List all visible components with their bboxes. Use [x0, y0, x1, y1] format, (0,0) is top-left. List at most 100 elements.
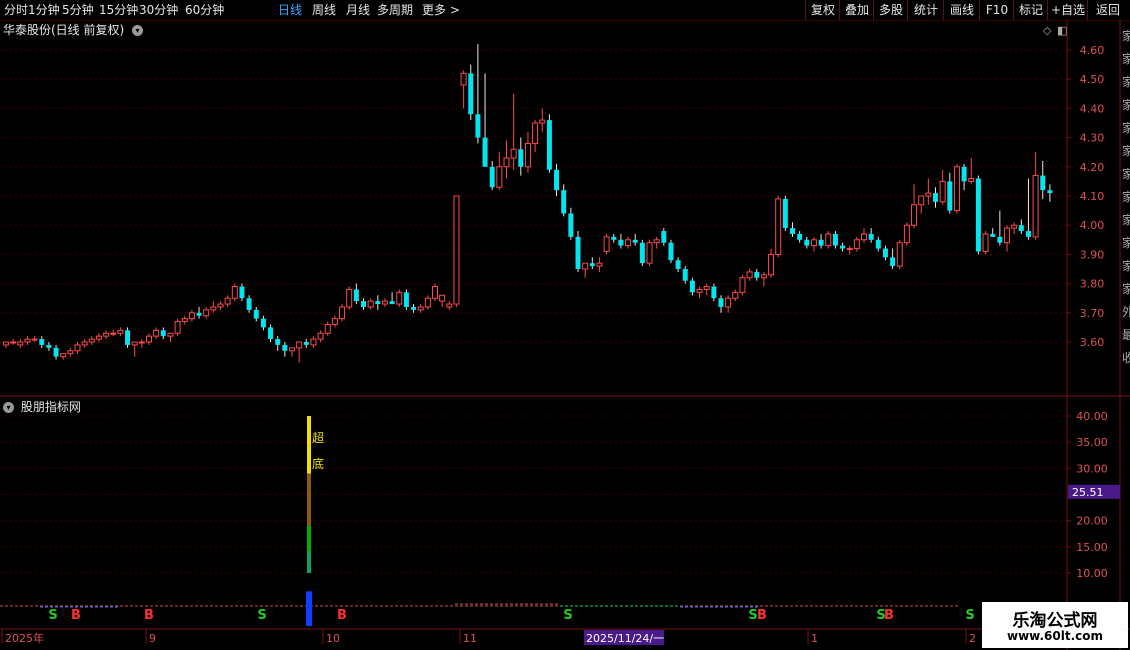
candle — [389, 292, 395, 305]
candle — [268, 324, 274, 342]
statistics-button[interactable]: 统计 — [907, 0, 944, 20]
tab-weekly[interactable]: 周线 — [312, 0, 336, 20]
multi-stock-button[interactable]: 多股 — [873, 0, 908, 20]
candle — [95, 333, 102, 342]
candle — [496, 152, 503, 191]
current-value-label: 25.51 — [1072, 486, 1104, 499]
candle — [153, 327, 160, 340]
candle — [446, 301, 453, 310]
candle — [982, 231, 989, 255]
candle — [760, 271, 767, 287]
time-axis-label: 9 — [149, 632, 156, 645]
candle — [968, 158, 975, 185]
candle — [825, 231, 832, 249]
price-tick-label: 4.60 — [1080, 44, 1105, 57]
candle — [489, 160, 495, 191]
candle — [460, 70, 467, 109]
candle — [31, 336, 38, 342]
candle — [911, 184, 918, 229]
candle — [482, 73, 488, 167]
price-tick-label: 4.30 — [1080, 132, 1105, 145]
tab-multi-period[interactable]: 多周期 — [377, 0, 413, 20]
back-button[interactable]: 返回 — [1087, 0, 1128, 20]
candle — [646, 239, 653, 267]
candle — [367, 298, 374, 310]
candle — [961, 163, 967, 191]
candle — [196, 306, 202, 319]
collapse-icon[interactable]: ▾ — [3, 402, 14, 413]
candle — [411, 304, 417, 313]
candle — [74, 342, 81, 354]
candle — [524, 131, 531, 173]
candle — [768, 248, 775, 278]
candle — [953, 163, 960, 214]
right-strip-char: 家 — [1122, 143, 1130, 158]
candle — [339, 304, 346, 322]
candle — [424, 295, 431, 310]
mark-button[interactable]: 标记 — [1013, 0, 1048, 20]
candle — [217, 301, 224, 310]
indicator-tick-label: 15.00 — [1076, 541, 1108, 554]
candle — [468, 64, 474, 121]
candle — [639, 239, 645, 267]
chevron-down-icon[interactable]: ▾ — [132, 25, 144, 36]
tab-15min[interactable]: 15分钟 — [99, 0, 138, 20]
trade-signal-sell: S — [563, 608, 572, 623]
tab-monthly[interactable]: 月线 — [346, 0, 370, 20]
candle — [439, 294, 446, 307]
candle — [532, 120, 539, 153]
candle — [60, 353, 67, 360]
candle — [1025, 178, 1031, 240]
right-strip-char: 家 — [1122, 28, 1130, 43]
time-axis-label: 11 — [463, 632, 477, 645]
tab-intraday[interactable]: 分时 — [4, 0, 28, 20]
candle — [896, 239, 903, 269]
candle — [375, 295, 381, 310]
diamond-icon: ◇ — [1043, 24, 1052, 37]
candle — [432, 283, 438, 302]
candle — [310, 336, 317, 348]
trade-signal-sell: S — [257, 608, 266, 623]
overlay-button[interactable]: 叠加 — [839, 0, 874, 20]
candle — [103, 330, 110, 340]
watermark-url: www.60lt.com — [1006, 629, 1104, 643]
tab-5min[interactable]: 5分钟 — [62, 0, 94, 20]
tab-30min[interactable]: 30分钟 — [139, 0, 178, 20]
candle — [689, 277, 695, 296]
candle — [203, 306, 210, 319]
right-strip-char: 家 — [1122, 51, 1130, 66]
cursor-date-box — [584, 630, 664, 645]
signal-bar-teal — [307, 552, 311, 573]
candle — [224, 295, 231, 307]
adjust-button[interactable]: 复权 — [805, 0, 840, 20]
candle — [181, 315, 188, 325]
tab-1min[interactable]: 1分钟 — [28, 0, 60, 20]
candle — [882, 245, 888, 261]
watermark-name: 乐淘公式网 — [1012, 611, 1098, 631]
candle — [618, 233, 624, 249]
candle — [918, 195, 925, 214]
trade-signal-sell: S — [876, 608, 885, 623]
candle — [603, 233, 610, 255]
draw-line-button[interactable]: 画线 — [943, 0, 980, 20]
trade-signal-buy: B — [884, 608, 894, 623]
f10-button[interactable]: F10 — [979, 0, 1014, 20]
candle — [24, 336, 31, 345]
candle — [975, 175, 981, 255]
candle — [174, 318, 181, 337]
candle — [810, 236, 817, 252]
trade-signal-buy: B — [757, 608, 767, 623]
tab-more[interactable]: 更多 > — [422, 0, 460, 20]
candle — [903, 222, 910, 246]
candle — [81, 339, 88, 348]
tab-daily[interactable]: 日线 — [278, 0, 302, 20]
tab-60min[interactable]: 60分钟 — [185, 0, 224, 20]
panel-icon: ◧ — [1057, 24, 1067, 37]
add-watchlist-button[interactable]: +自选 — [1047, 0, 1088, 20]
trade-signal-buy: B — [337, 608, 347, 623]
candle — [675, 257, 681, 272]
price-tick-label: 3.80 — [1080, 278, 1105, 291]
candle — [503, 140, 510, 179]
trade-signal-buy: B — [71, 608, 81, 623]
candle — [868, 228, 874, 243]
